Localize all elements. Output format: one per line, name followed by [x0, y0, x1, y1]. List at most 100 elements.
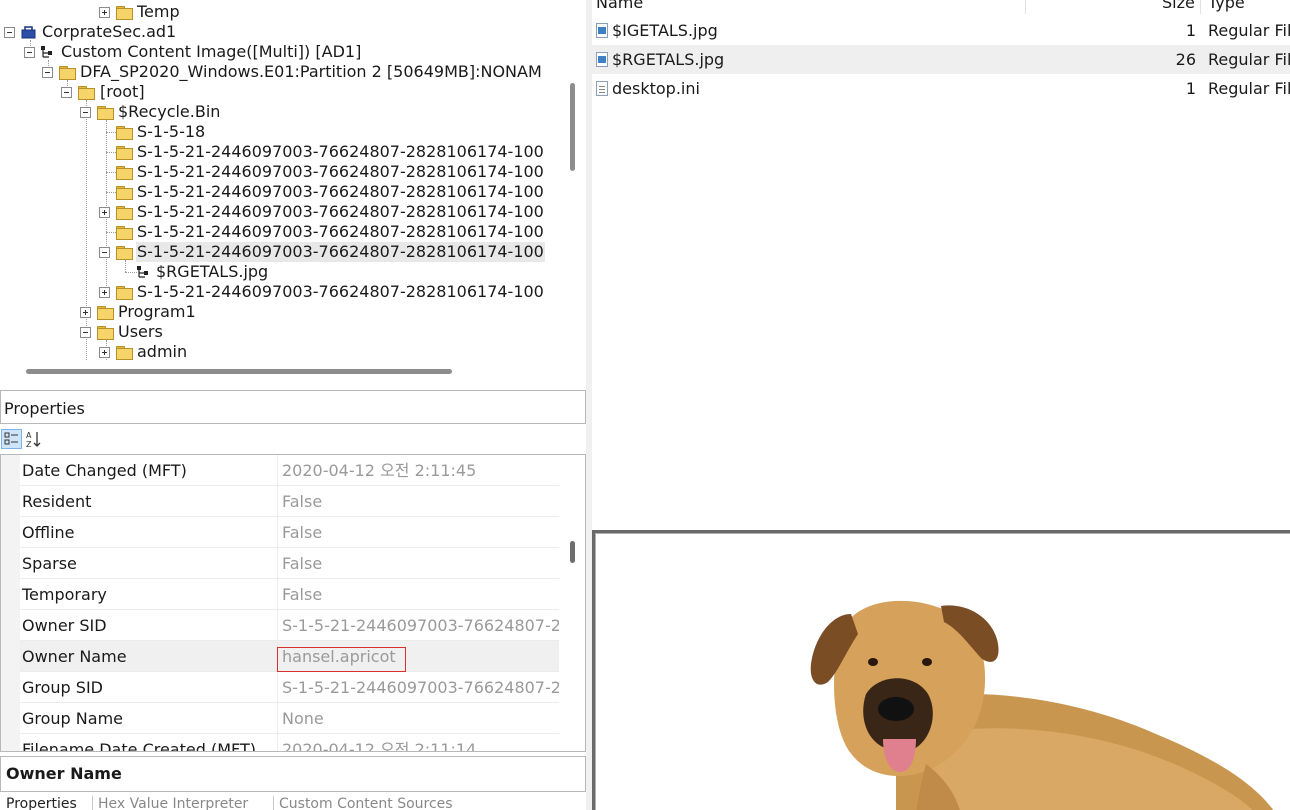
collapse-toggle[interactable] [80, 327, 91, 338]
tree-node-sid[interactable]: S-1-5-21-2446097003-76624807-2828106174-… [136, 282, 545, 302]
file-row[interactable]: $IGETALS.jpg 1 Regular File [592, 16, 1290, 45]
collapse-toggle[interactable] [99, 247, 110, 258]
column-separator[interactable] [1200, 0, 1201, 14]
tree-node-temp[interactable]: Temp [136, 2, 181, 22]
tree-guide [106, 192, 116, 193]
tree-node-partition[interactable]: DFA_SP2020_Windows.E01:Partition 2 [5064… [79, 62, 543, 82]
collapse-toggle[interactable] [42, 67, 53, 78]
tree-node-recycle-bin[interactable]: $Recycle.Bin [117, 102, 221, 122]
tree-node-sid[interactable]: S-1-5-18 [136, 122, 206, 142]
tree-node-root[interactable]: [root] [99, 82, 146, 102]
dog-image [810, 600, 1274, 810]
file-size: 1 [1185, 21, 1196, 40]
tree-vertical-scroll-thumb[interactable] [570, 83, 575, 171]
property-row[interactable]: Sparse False [1, 548, 559, 579]
property-description-title: Owner Name [6, 764, 122, 783]
property-row[interactable]: Filename Date Created (MFT) 2020-04-12 오… [1, 734, 559, 751]
tree-node-sid[interactable]: S-1-5-21-2446097003-76624807-2828106174-… [136, 162, 545, 182]
tree-node-label: S-1-5-21-2446097003-76624807-2828106174-… [136, 242, 545, 262]
property-description: Owner Name [0, 756, 586, 792]
tree-node-sid[interactable]: S-1-5-21-2446097003-76624807-2828106174-… [136, 142, 545, 162]
collapse-toggle[interactable] [4, 27, 15, 38]
tree-guide [106, 172, 116, 173]
property-name: Owner Name [21, 641, 278, 672]
collapse-toggle[interactable] [24, 47, 35, 58]
alphabetical-sort-button[interactable]: A Z [24, 429, 45, 449]
property-name: Resident [21, 486, 278, 517]
tree-guide [106, 132, 116, 133]
tree-node-label: [root] [100, 82, 145, 101]
categorized-view-button[interactable] [1, 429, 22, 449]
expand-toggle[interactable] [99, 207, 110, 218]
column-header-name[interactable]: Name [596, 0, 643, 13]
property-row[interactable]: Group SID S-1-5-21-2446097003-76624807-2 [1, 672, 559, 703]
property-row[interactable]: Group Name None [1, 703, 559, 734]
property-gutter [1, 672, 20, 703]
property-row[interactable]: Date Changed (MFT) 2020-04-12 오전 2:11:45 [1, 455, 559, 486]
property-value: S-1-5-21-2446097003-76624807-2 [282, 616, 559, 635]
tree-horizontal-scroll-thumb[interactable] [26, 369, 452, 374]
tree-node-sid[interactable]: S-1-5-21-2446097003-76624807-2828106174-… [136, 202, 545, 222]
tree-node-label: S-1-5-21-2446097003-76624807-2828106174-… [137, 142, 544, 161]
property-gutter [1, 548, 20, 579]
bottom-tab-strip: Properties Hex Value Interpreter Custom … [0, 796, 590, 810]
tree-node-users[interactable]: Users [117, 322, 164, 342]
collapse-toggle[interactable] [80, 107, 91, 118]
file-row-selected[interactable]: $RGETALS.jpg 26 Regular File [592, 45, 1290, 74]
property-value: S-1-5-21-2446097003-76624807-2 [282, 678, 559, 697]
file-type: Regular File [1208, 21, 1290, 40]
tree-node-label: S-1-5-21-2446097003-76624807-2828106174-… [137, 182, 544, 201]
collapse-toggle[interactable] [61, 87, 72, 98]
expand-toggle[interactable] [80, 307, 91, 318]
property-value: False [282, 554, 323, 573]
column-header-type[interactable]: Type [1208, 0, 1245, 13]
expand-toggle[interactable] [99, 7, 110, 18]
property-gutter [1, 455, 20, 486]
property-grid-scroll-thumb[interactable] [570, 541, 575, 563]
tree-node-custom-content-image[interactable]: Custom Content Image([Multi]) [AD1] [60, 42, 362, 62]
property-row[interactable]: Offline False [1, 517, 559, 548]
property-grid: Date Changed (MFT) 2020-04-12 오전 2:11:45… [0, 454, 586, 752]
tree-node-label: S-1-5-21-2446097003-76624807-2828106174-… [137, 202, 544, 221]
tree-vertical-scrollbar[interactable] [568, 0, 578, 360]
column-header-size[interactable]: Size [1162, 0, 1195, 13]
file-name: $IGETALS.jpg [612, 21, 718, 40]
owner-name-highlight [277, 647, 406, 672]
column-separator[interactable] [1025, 0, 1026, 14]
tree-node-admin[interactable]: admin [136, 342, 188, 362]
tree-node-file[interactable]: $RGETALS.jpg [155, 262, 269, 282]
file-type: Regular File [1208, 50, 1290, 69]
property-row[interactable]: Resident False [1, 486, 559, 517]
properties-title: Properties [4, 399, 85, 418]
tree-node-case[interactable]: CorprateSec.ad1 [41, 22, 177, 42]
folder-icon [59, 66, 76, 80]
tree-node-label: $RGETALS.jpg [156, 262, 269, 281]
tree-guide [106, 120, 107, 292]
expand-toggle[interactable] [99, 347, 110, 358]
file-name: desktop.ini [612, 79, 700, 98]
property-value: None [282, 709, 324, 728]
folder-icon [116, 166, 133, 180]
sort-az-icon: A Z [26, 431, 41, 449]
tree-node-sid[interactable]: S-1-5-21-2446097003-76624807-2828106174-… [136, 182, 545, 202]
svg-text:Z: Z [26, 440, 32, 449]
file-row[interactable]: desktop.ini 1 Regular File [592, 74, 1290, 103]
tree-node-sid-selected[interactable]: S-1-5-21-2446097003-76624807-2828106174-… [136, 242, 545, 262]
property-gutter [1, 486, 20, 517]
categorized-icon [4, 432, 18, 445]
tree-node-label: S-1-5-21-2446097003-76624807-2828106174-… [137, 162, 544, 181]
property-row[interactable]: Temporary False [1, 579, 559, 610]
evidence-tree: Temp CorprateSec.ad1 Custom Content Imag… [0, 0, 590, 385]
property-row[interactable]: Owner SID S-1-5-21-2446097003-76624807-2 [1, 610, 559, 641]
folder-icon [116, 146, 133, 160]
tree-node-sid[interactable]: S-1-5-21-2446097003-76624807-2828106174-… [136, 222, 545, 242]
folder-icon [78, 86, 95, 100]
tab-hex-value-interpreter[interactable]: Hex Value Interpreter [92, 796, 273, 810]
expand-toggle[interactable] [99, 287, 110, 298]
property-value: 2020-04-12 오전 2:11:45 [282, 461, 477, 480]
tree-node-program1[interactable]: Program1 [117, 302, 197, 322]
property-name: Offline [21, 517, 278, 548]
tab-properties[interactable]: Properties [0, 796, 92, 810]
tree-node-label: Program1 [118, 302, 196, 321]
tab-custom-content-sources[interactable]: Custom Content Sources [273, 796, 481, 810]
